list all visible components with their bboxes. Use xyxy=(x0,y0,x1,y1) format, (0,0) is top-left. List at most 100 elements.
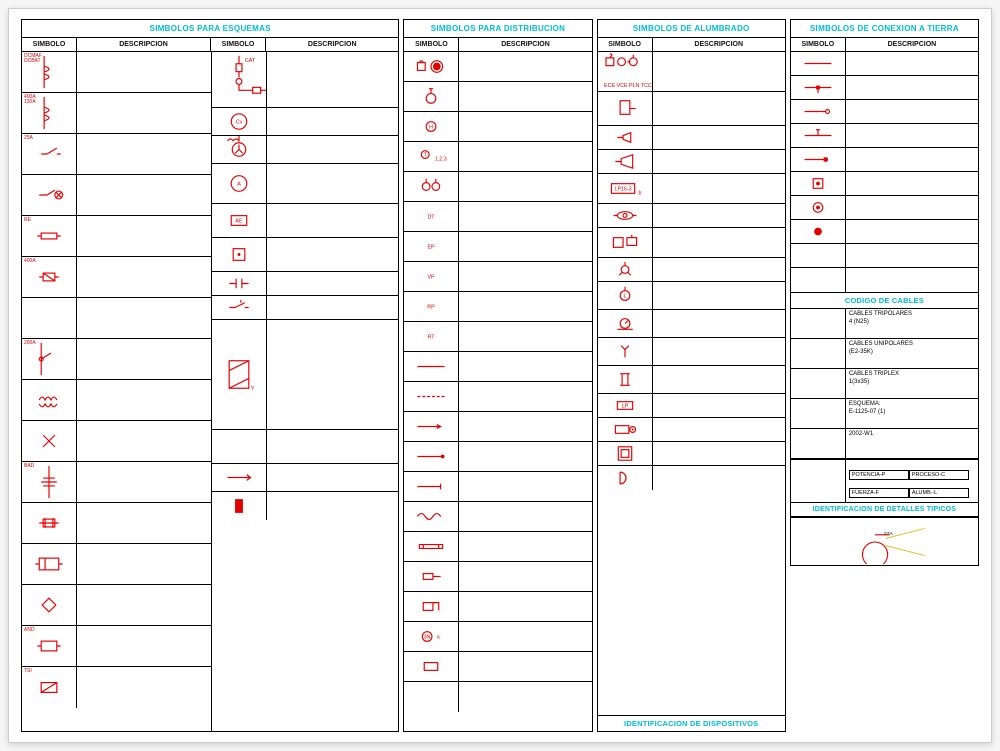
desc-cell xyxy=(77,462,211,502)
table-row: RE xyxy=(22,216,211,257)
symbol-cell: AND xyxy=(22,626,77,666)
svg-text:LP16-3: LP16-3 xyxy=(614,186,631,192)
table-row xyxy=(212,136,398,164)
desc-cell xyxy=(459,682,591,712)
table-row xyxy=(791,172,978,196)
desc-cell xyxy=(653,394,785,417)
table-row xyxy=(791,268,978,292)
desc-cell xyxy=(267,108,398,135)
title-tierra: SIMBOLOS DE CONEXION A TIERRA xyxy=(791,20,978,38)
table-row xyxy=(791,76,978,100)
symbol-cell xyxy=(404,442,459,471)
desc-cell xyxy=(459,52,591,81)
symbol-cell xyxy=(598,204,653,227)
desc-cell xyxy=(77,626,211,666)
svg-text:CAT: CAT xyxy=(245,58,256,64)
table-row xyxy=(212,492,398,520)
symbol-cell xyxy=(598,338,653,365)
table-row xyxy=(791,196,978,220)
desc-cell xyxy=(267,52,398,107)
table-row xyxy=(404,682,591,712)
section-cables: CODIGO DE CABLES CABLES TRIPOLARES4 (N25… xyxy=(790,293,979,503)
desc-cell xyxy=(846,220,978,243)
symbol-cell: RP xyxy=(404,292,459,321)
cable-note-row: CABLES UNIPOLARES(E2-35K) xyxy=(791,339,978,369)
header-tierra: SIMBOLO DESCRIPCION xyxy=(791,38,978,52)
table-row xyxy=(598,366,785,394)
svg-text:27A: 27A xyxy=(884,530,893,536)
symbol-cell xyxy=(404,532,459,561)
table-row: 25A xyxy=(22,134,211,175)
legend-tag: PROCESO-C xyxy=(909,470,969,480)
desc-cell xyxy=(459,202,591,231)
desc-cell xyxy=(267,492,398,520)
table-row: DT xyxy=(404,202,591,232)
hdr-desc-a: DESCRIPCION xyxy=(77,38,211,51)
desc-cell xyxy=(846,76,978,99)
table-row xyxy=(791,124,978,148)
symbol-cell: 25A xyxy=(22,134,77,174)
desc-cell xyxy=(653,150,785,173)
symbol-cell: ECE VCE PLN TCC xyxy=(598,52,653,91)
table-row: T1,2,3 xyxy=(404,142,591,172)
svg-text:1,2,3: 1,2,3 xyxy=(435,156,447,162)
title-distribucion: SIMBOLOS PARA DISTRIBUCION xyxy=(404,20,591,38)
desc-cell xyxy=(459,322,591,351)
symbol-cell: 400A 130A xyxy=(22,93,77,133)
desc-cell xyxy=(459,262,591,291)
desc-cell xyxy=(459,292,591,321)
symbol-cell: 200A xyxy=(22,339,77,379)
desc-cell xyxy=(653,92,785,125)
symbol-cell: CAT xyxy=(212,52,267,107)
hdr-sym-tierra: SIMBOLO xyxy=(791,38,846,51)
desc-cell xyxy=(77,298,211,338)
table-row xyxy=(791,148,978,172)
note-text: CABLES TRIPOLARES4 (N25) xyxy=(846,309,915,338)
desc-cell xyxy=(846,100,978,123)
table-row xyxy=(212,296,398,320)
cable-note-row: CABLES TRIPOLARES4 (N25) xyxy=(791,309,978,339)
svg-text:VP: VP xyxy=(428,274,436,280)
table-row xyxy=(212,272,398,296)
symbol-cell xyxy=(22,585,77,625)
section-esquemas: SIMBOLOS PARA ESQUEMAS SIMBOLO DESCRIPCI… xyxy=(21,19,399,732)
desc-cell xyxy=(846,124,978,147)
symbol-cell xyxy=(791,172,846,195)
symbol-cell: Y xyxy=(212,320,267,429)
desc-cell xyxy=(77,544,211,584)
table-row xyxy=(212,238,398,272)
legend-tag: FUERZA-F xyxy=(849,488,909,498)
symbol-cell xyxy=(598,366,653,393)
dist-rows: HT1,2,3DTEPVPRPRT3Na xyxy=(404,52,591,731)
table-row: A xyxy=(212,164,398,204)
table-row xyxy=(22,503,211,544)
desc-cell xyxy=(653,52,785,91)
table-row: CAT xyxy=(212,52,398,108)
table-row xyxy=(404,52,591,82)
table-row: LP16-3b xyxy=(598,174,785,204)
note-text: ESQUEMA:E-1125-07 (1) xyxy=(846,399,889,428)
table-row xyxy=(404,172,591,202)
title-esquemas: SIMBOLOS PARA ESQUEMAS xyxy=(22,20,398,38)
symbol-cell xyxy=(404,412,459,441)
note-text: CABLES UNIPOLARES(E2-35K) xyxy=(846,339,916,368)
cables-legend-row: POTENCIA-PPROCESO-CFUERZA-FALUMB.-L xyxy=(791,459,978,502)
desc-cell xyxy=(459,652,591,681)
desc-cell xyxy=(846,148,978,171)
table-row: 400A xyxy=(22,257,211,298)
section-alumbrado: SIMBOLOS DE ALUMBRADO SIMBOLO DESCRIPCIO… xyxy=(597,19,786,732)
symbol-cell: LP16-3b xyxy=(598,174,653,203)
table-row: VP xyxy=(404,262,591,292)
header-alumbrado: SIMBOLO DESCRIPCION xyxy=(598,38,785,52)
symbol-cell xyxy=(791,52,846,75)
desc-cell xyxy=(459,172,591,201)
svg-text:AE: AE xyxy=(235,218,243,224)
desc-cell xyxy=(77,667,211,708)
table-row xyxy=(598,466,785,490)
desc-cell xyxy=(653,442,785,465)
svg-text:Cv: Cv xyxy=(236,119,243,125)
desc-cell xyxy=(267,430,398,463)
title-detalles: IDENTIFICACION DE DETALLES TIPICOS xyxy=(791,503,978,517)
hdr-sym-b: SIMBOLO xyxy=(211,38,266,51)
desc-cell xyxy=(267,204,398,237)
